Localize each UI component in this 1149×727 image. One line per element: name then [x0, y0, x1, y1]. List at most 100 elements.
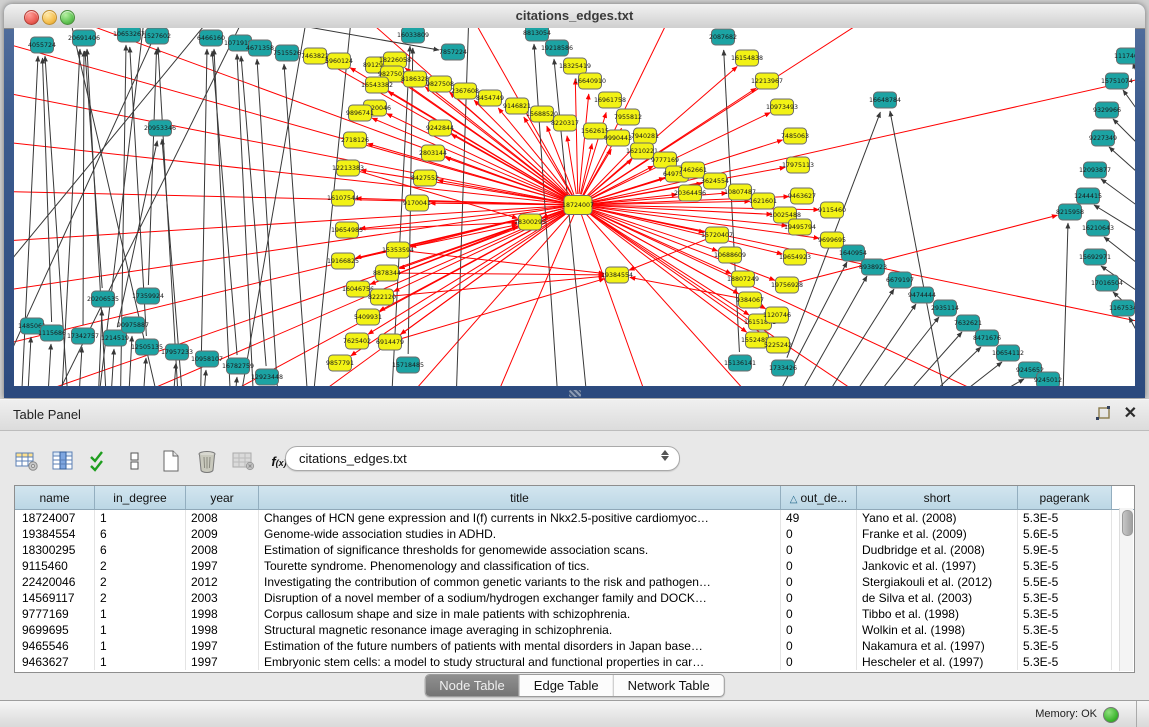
- table-cell[interactable]: 0: [781, 622, 857, 638]
- table-cell[interactable]: 6: [95, 526, 186, 542]
- table-cell[interactable]: 18724007: [15, 510, 95, 527]
- tab-edge-table[interactable]: Edge Table: [520, 675, 614, 696]
- column-header-short[interactable]: short: [857, 486, 1018, 510]
- table-cell[interactable]: 1997: [186, 654, 259, 670]
- citation-network-graph[interactable]: 1872400740557242069140610653267152760264…: [14, 28, 1135, 386]
- table-cell[interactable]: 5.5E-5: [1018, 574, 1112, 590]
- create-table-button[interactable]: [158, 448, 184, 474]
- table-cell[interactable]: Changes of HCN gene expression and I(f) …: [259, 510, 781, 527]
- table-cell[interactable]: 0: [781, 590, 857, 606]
- column-header-name[interactable]: name: [15, 486, 95, 510]
- table-cell[interactable]: 0: [781, 558, 857, 574]
- table-cell[interactable]: 9699695: [15, 622, 95, 638]
- table-row[interactable]: 946362711997Embryonic stem cells: a mode…: [15, 654, 1135, 670]
- table-cell[interactable]: 2008: [186, 510, 259, 527]
- table-cell[interactable]: Disruption of a novel member of a sodium…: [259, 590, 781, 606]
- table-scrollbar[interactable]: [1119, 508, 1133, 671]
- network-canvas[interactable]: 1872400740557242069140610653267152760264…: [14, 28, 1135, 386]
- table-cell[interactable]: Estimation of significance thresholds fo…: [259, 542, 781, 558]
- table-cell[interactable]: 1997: [186, 638, 259, 654]
- table-cell[interactable]: 6: [95, 542, 186, 558]
- table-cell[interactable]: 1: [95, 622, 186, 638]
- table-cell[interactable]: 5.6E-5: [1018, 526, 1112, 542]
- table-row[interactable]: 946554611997Estimation of the future num…: [15, 638, 1135, 654]
- table-cell[interactable]: 2: [95, 590, 186, 606]
- table-cell[interactable]: Jankovic et al. (1997): [857, 558, 1018, 574]
- table-cell[interactable]: 5.3E-5: [1018, 510, 1112, 527]
- table-cell[interactable]: Genome-wide association studies in ADHD.: [259, 526, 781, 542]
- table-cell[interactable]: 0: [781, 574, 857, 590]
- table-cell[interactable]: Tourette syndrome. Phenomenology and cla…: [259, 558, 781, 574]
- table-cell[interactable]: 1998: [186, 606, 259, 622]
- table-cell[interactable]: 9463627: [15, 654, 95, 670]
- table-settings-button[interactable]: [14, 448, 40, 474]
- table-cell[interactable]: 1: [95, 638, 186, 654]
- table-cell[interactable]: Corpus callosum shape and size in male p…: [259, 606, 781, 622]
- table-row[interactable]: 969969511998Structural magnetic resonanc…: [15, 622, 1135, 638]
- table-cell[interactable]: Franke et al. (2009): [857, 526, 1018, 542]
- table-cell[interactable]: 0: [781, 606, 857, 622]
- column-header-title[interactable]: title: [259, 486, 781, 510]
- table-row[interactable]: 977716911998Corpus callosum shape and si…: [15, 606, 1135, 622]
- table-selector[interactable]: citations_edges.txt: [285, 446, 680, 471]
- table-cell[interactable]: de Silva et al. (2003): [857, 590, 1018, 606]
- column-header-pagerank[interactable]: pagerank: [1018, 486, 1112, 510]
- table-cell[interactable]: 1: [95, 510, 186, 527]
- table-cell[interactable]: 2009: [186, 526, 259, 542]
- table-cell[interactable]: 9465546: [15, 638, 95, 654]
- tab-network-table[interactable]: Network Table: [614, 675, 724, 696]
- table-cell[interactable]: 19384554: [15, 526, 95, 542]
- table-cell[interactable]: 2003: [186, 590, 259, 606]
- table-cell[interactable]: 14569117: [15, 590, 95, 606]
- table-row[interactable]: 2242004622012Investigating the contribut…: [15, 574, 1135, 590]
- window-resize-grip[interactable]: [569, 390, 581, 397]
- delete-table-button[interactable]: [194, 448, 220, 474]
- table-cell[interactable]: 0: [781, 638, 857, 654]
- table-cell[interactable]: 49: [781, 510, 857, 527]
- table-row[interactable]: 1456911722003Disruption of a novel membe…: [15, 590, 1135, 606]
- tab-node-table[interactable]: Node Table: [425, 675, 520, 696]
- table-cell[interactable]: 2012: [186, 574, 259, 590]
- table-cell[interactable]: 2: [95, 574, 186, 590]
- table-row[interactable]: 911546021997Tourette syndrome. Phenomeno…: [15, 558, 1135, 574]
- table-cell[interactable]: 9777169: [15, 606, 95, 622]
- table-cell[interactable]: Structural magnetic resonance image aver…: [259, 622, 781, 638]
- network-window-titlebar[interactable]: citations_edges.txt: [4, 4, 1145, 29]
- close-panel-icon[interactable]: ✕: [1124, 405, 1137, 423]
- table-cell[interactable]: 0: [781, 654, 857, 670]
- table-cell[interactable]: Estimation of the future numbers of pati…: [259, 638, 781, 654]
- table-row[interactable]: 1938455462009Genome-wide association stu…: [15, 526, 1135, 542]
- table-cell[interactable]: 1: [95, 606, 186, 622]
- table-cell[interactable]: Embryonic stem cells: a model to study s…: [259, 654, 781, 670]
- table-cell[interactable]: Nakamura et al. (1997): [857, 638, 1018, 654]
- table-cell[interactable]: 5.3E-5: [1018, 558, 1112, 574]
- table-cell[interactable]: 1997: [186, 558, 259, 574]
- table-cell[interactable]: 2: [95, 558, 186, 574]
- table-row[interactable]: 1872400712008Changes of HCN gene express…: [15, 510, 1135, 527]
- row-height-button[interactable]: [122, 448, 148, 474]
- table-cell[interactable]: 5.3E-5: [1018, 622, 1112, 638]
- table-cell[interactable]: 9115460: [15, 558, 95, 574]
- table-cell[interactable]: 2008: [186, 542, 259, 558]
- select-columns-button[interactable]: [50, 448, 76, 474]
- table-cell[interactable]: 5.3E-5: [1018, 606, 1112, 622]
- select-rows-button[interactable]: [86, 448, 112, 474]
- table-cell[interactable]: Investigating the contribution of common…: [259, 574, 781, 590]
- table-cell[interactable]: 5.3E-5: [1018, 654, 1112, 670]
- table-row[interactable]: 1830029562008Estimation of significance …: [15, 542, 1135, 558]
- table-cell[interactable]: 22420046: [15, 574, 95, 590]
- table-cell[interactable]: Wolkin et al. (1998): [857, 622, 1018, 638]
- scrollbar-thumb[interactable]: [1122, 510, 1133, 536]
- table-cell[interactable]: 0: [781, 526, 857, 542]
- table-cell[interactable]: 5.3E-5: [1018, 590, 1112, 606]
- table-cell[interactable]: 1: [95, 654, 186, 670]
- float-panel-icon[interactable]: [1094, 405, 1112, 423]
- table-cell[interactable]: Hescheler et al. (1997): [857, 654, 1018, 670]
- table-cell[interactable]: 5.3E-5: [1018, 638, 1112, 654]
- table-cell[interactable]: Tibbo et al. (1998): [857, 606, 1018, 622]
- column-header-out_de[interactable]: △out_de...: [781, 486, 857, 510]
- column-header-year[interactable]: year: [186, 486, 259, 510]
- table-cell[interactable]: Dudbridge et al. (2008): [857, 542, 1018, 558]
- table-cell[interactable]: 0: [781, 542, 857, 558]
- column-header-in_degree[interactable]: in_degree: [95, 486, 186, 510]
